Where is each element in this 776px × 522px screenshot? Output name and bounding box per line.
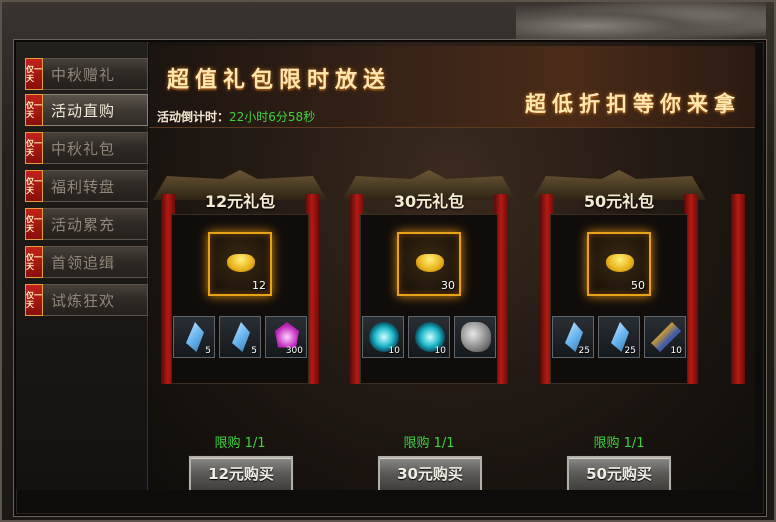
one-day-only-tag: 仅一天 (25, 284, 43, 316)
gift-pack-card: 12元礼包 12 5 5 300 (153, 170, 327, 430)
sidebar-item-cumulative-recharge[interactable]: 仅一天 活动累充 (25, 208, 148, 240)
item-count: 30 (441, 279, 455, 292)
item-count: 50 (631, 279, 645, 292)
one-day-only-tag: 仅一天 (25, 94, 43, 126)
sidebar-item-label: 中秋赠礼 (51, 65, 116, 84)
tag-text: 仅一天 (26, 215, 42, 233)
promo-banner: 超值礼包限时放送 超低折扣等你来拿 活动倒计时：22小时6分58秒 (149, 46, 755, 128)
buy-50-button[interactable]: 50元购买 (567, 456, 671, 490)
banner-title: 超值礼包限时放送 (167, 67, 392, 93)
item-count: 25 (624, 346, 636, 356)
gold-ingot-icon (416, 254, 444, 272)
one-day-only-tag: 仅一天 (25, 170, 43, 202)
main-panel: 超值礼包限时放送 超低折扣等你来拿 活动倒计时：22小时6分58秒 12元礼包 … (149, 42, 755, 490)
sidebar-item-label: 活动直购 (51, 101, 116, 120)
curtain-left (731, 194, 745, 384)
sidebar-item-mid-autumn-gift[interactable]: 仅一天 中秋赠礼 (25, 58, 148, 90)
sidebar-item-label: 中秋礼包 (51, 139, 116, 158)
one-day-only-tag: 仅一天 (25, 132, 43, 164)
item-count: 300 (285, 346, 303, 356)
purchase-limit: 限购 1/1 (403, 436, 455, 451)
countdown-value: 22小时6分58秒 (229, 110, 316, 124)
sidebar: 仅一天 中秋赠礼 仅一天 活动直购 仅一天 中秋礼包 仅一天 福利转盘 仅一天 … (16, 42, 148, 490)
reward-slot[interactable]: 10 (408, 316, 450, 358)
reward-slot[interactable]: 10 (644, 316, 686, 358)
reward-items: 25 25 10 (552, 316, 692, 362)
item-count: 25 (578, 346, 590, 356)
reward-slot[interactable]: 25 (598, 316, 640, 358)
main-reward-slot[interactable]: 30 (397, 232, 461, 296)
main-reward-slot[interactable]: 12 (208, 232, 272, 296)
pack-name: 50元礼包 (583, 192, 655, 211)
one-day-only-tag: 仅一天 (25, 58, 43, 90)
item-count: 5 (205, 346, 211, 356)
sidebar-item-trial-carnival[interactable]: 仅一天 试炼狂欢 (25, 284, 148, 316)
dragon-ornament (516, 2, 766, 42)
sidebar-item-label: 福利转盘 (51, 177, 116, 196)
one-day-only-tag: 仅一天 (25, 208, 43, 240)
sidebar-item-label: 试炼狂欢 (51, 291, 116, 310)
sidebar-item-boss-hunt[interactable]: 仅一天 首领追缉 (25, 246, 148, 278)
gold-ingot-icon (227, 254, 255, 272)
item-count: 10 (434, 346, 446, 356)
sidebar-item-lucky-wheel[interactable]: 仅一天 福利转盘 (25, 170, 148, 202)
sidebar-item-direct-purchase[interactable]: 仅一天 活动直购 (25, 94, 148, 126)
gold-ingot-icon (606, 254, 634, 272)
purchase-limit: 限购 1/1 (214, 436, 266, 451)
item-count: 10 (388, 346, 400, 356)
gift-pack-card-partial (727, 170, 755, 430)
reward-slot[interactable]: 10 (362, 316, 404, 358)
countdown-label: 活动倒计时： (157, 110, 230, 124)
tag-text: 仅一天 (26, 65, 42, 83)
main-reward-slot[interactable]: 50 (587, 232, 651, 296)
reward-items: 10 10 (362, 316, 502, 362)
countdown: 活动倒计时：22小时6分58秒 (157, 108, 315, 125)
buy-12-button[interactable]: 12元购买 (189, 456, 293, 490)
sidebar-item-label: 活动累充 (51, 215, 116, 234)
reward-slot[interactable] (454, 316, 496, 358)
sidebar-item-label: 首领追缉 (51, 253, 116, 272)
gift-pack-card: 30元礼包 30 10 10 (342, 170, 516, 430)
tag-text: 仅一天 (26, 177, 42, 195)
reward-slot[interactable]: 25 (552, 316, 594, 358)
tag-text: 仅一天 (26, 253, 42, 271)
ore-icon (461, 322, 491, 352)
reward-slot[interactable]: 5 (173, 316, 215, 358)
item-count: 10 (670, 346, 682, 356)
item-count: 12 (252, 279, 266, 292)
purchase-limit: 限购 1/1 (593, 436, 645, 451)
reward-items: 5 5 300 (173, 316, 313, 362)
tag-text: 仅一天 (26, 139, 42, 157)
pack-name: 12元礼包 (204, 192, 276, 211)
reward-slot[interactable]: 300 (265, 316, 307, 358)
one-day-only-tag: 仅一天 (25, 246, 43, 278)
buy-30-button[interactable]: 30元购买 (378, 456, 482, 490)
pack-name: 30元礼包 (393, 192, 465, 211)
banner-subtitle: 超低折扣等你来拿 (525, 91, 741, 116)
gift-pack-card: 50元礼包 50 25 25 10 (532, 170, 706, 430)
reward-slot[interactable]: 5 (219, 316, 261, 358)
tag-text: 仅一天 (26, 101, 42, 119)
tag-text: 仅一天 (26, 291, 42, 309)
item-count: 5 (251, 346, 257, 356)
sidebar-item-mid-autumn-pack[interactable]: 仅一天 中秋礼包 (25, 132, 148, 164)
